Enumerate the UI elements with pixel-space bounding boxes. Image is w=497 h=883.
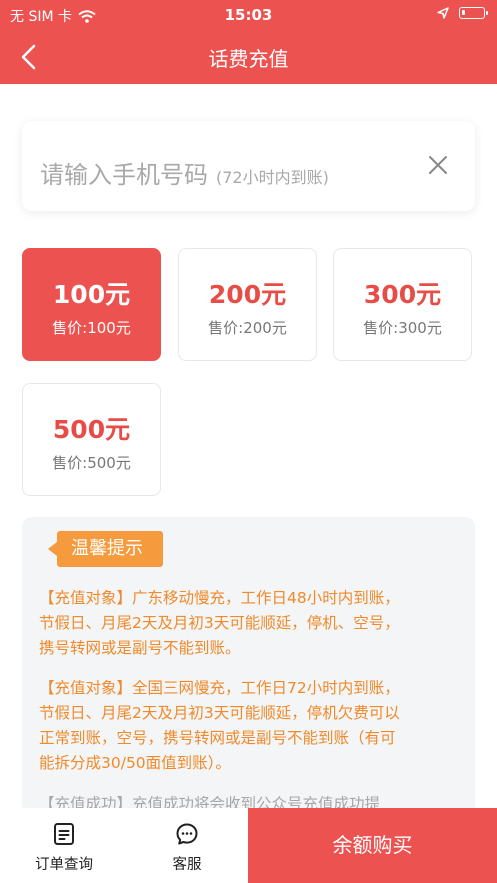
chat-bubble-icon — [176, 823, 198, 845]
customer-service-button[interactable]: 客服 — [145, 808, 229, 883]
tip-paragraph: 【充值对象】广东移动慢充，工作日48小时内到账， 节假日、月尾2天及月初3天可能… — [39, 586, 461, 661]
battery-icon — [459, 7, 488, 19]
amount-option-500[interactable]: 500元 售价:500元 — [22, 383, 161, 496]
close-icon — [429, 156, 447, 174]
balance-buy-button[interactable]: 余额购买 — [248, 808, 497, 883]
status-bar: 无 SIM 卡 15:03 — [0, 0, 497, 30]
page-title: 话费充值 — [208, 47, 289, 71]
location-arrow-icon — [437, 7, 449, 19]
nav-bar: 话费充值 — [0, 30, 497, 84]
tip-line: 能拆分成30/50面值到账）。 — [39, 754, 231, 772]
tip-line: 正常到账，空号，携号转网或是副号不能到账（有可 — [39, 729, 396, 747]
amount-value: 500元 — [52, 415, 131, 444]
amount-option-100[interactable]: 100元 售价:100元 — [22, 248, 161, 361]
status-right — [437, 7, 488, 19]
amount-option-200[interactable]: 200元 售价:200元 — [178, 248, 317, 361]
order-list-icon — [54, 823, 74, 845]
tip-line: 【充值对象】广东移动慢充，工作日48小时内到账， — [39, 589, 400, 607]
amount-value: 100元 — [52, 280, 131, 309]
tips-box: 温馨提示 【充值对象】广东移动慢充，工作日48小时内到账， 节假日、月尾2天及月… — [22, 517, 475, 837]
phone-input[interactable] — [40, 147, 414, 189]
amount-value: 300元 — [363, 280, 442, 309]
tip-paragraph: 【充值对象】全国三网慢充，工作日72小时内到账， 节假日、月尾2天及月初3天可能… — [39, 676, 461, 776]
status-time: 15:03 — [224, 6, 273, 24]
clear-input-button[interactable] — [421, 148, 455, 182]
amount-price: 售价:100元 — [52, 319, 131, 337]
amount-value: 200元 — [208, 280, 287, 309]
amount-price: 售价:300元 — [363, 319, 442, 337]
phone-input-card: 请输入手机号码 (72小时内到账) — [22, 121, 475, 211]
tip-line: 携号转网或是副号不能到账。 — [39, 639, 241, 657]
orders-button[interactable]: 订单查询 — [22, 808, 106, 883]
service-label: 客服 — [172, 857, 202, 873]
amount-price: 售价:200元 — [208, 319, 287, 337]
tip-line: 节假日、月尾2天及月初3天可能顺延，停机欠费可以 — [39, 704, 400, 722]
tips-tag: 温馨提示 — [48, 531, 163, 567]
battery-level — [462, 10, 465, 15]
tip-line: 【充值对象】全国三网慢充，工作日72小时内到账， — [39, 679, 400, 697]
amount-option-300[interactable]: 300元 售价:300元 — [333, 248, 472, 361]
orders-label: 订单查询 — [35, 857, 93, 873]
tip-line: 节假日、月尾2天及月初3天可能顺延，停机、空号， — [39, 614, 400, 632]
amount-price: 售价:500元 — [52, 454, 131, 472]
